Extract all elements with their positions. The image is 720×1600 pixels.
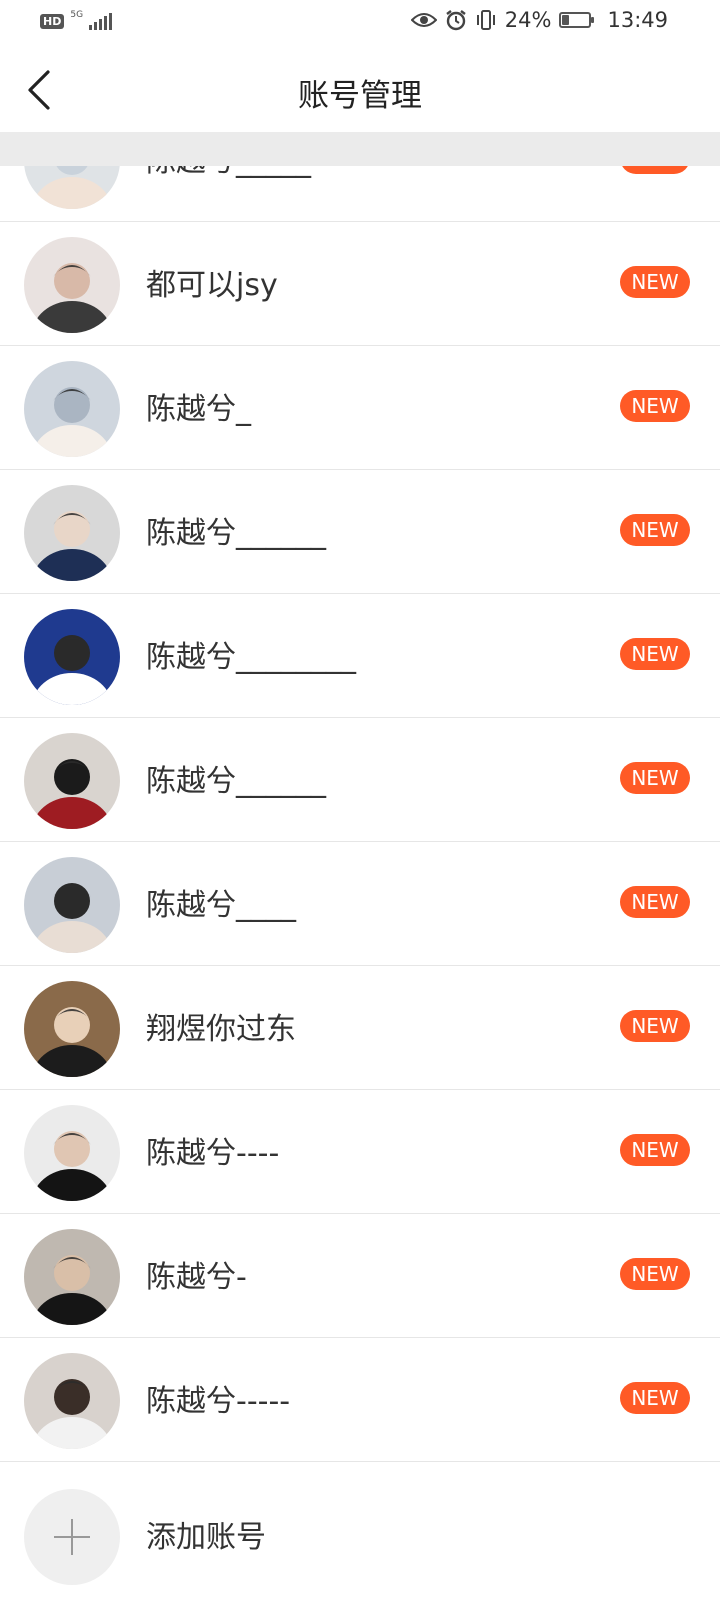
account-name: 翔煜你过东 [146, 1012, 296, 1047]
account-row[interactable]: 陈越兮---- NEW [0, 1090, 720, 1214]
status-right: 24% 13:49 [410, 8, 668, 32]
new-badge: NEW [620, 1382, 690, 1414]
hd-icon: HD [40, 13, 65, 29]
account-row[interactable]: 都可以jsy NEW [0, 222, 720, 346]
clock: 13:49 [607, 8, 668, 32]
avatar [24, 1353, 120, 1449]
page-title: 账号管理 [298, 78, 422, 114]
avatar [24, 733, 120, 829]
account-row[interactable]: 陈越兮- NEW [0, 1214, 720, 1338]
account-row[interactable]: 陈越兮____ NEW [0, 842, 720, 966]
avatar [24, 237, 120, 333]
new-badge: NEW [620, 762, 690, 794]
account-name: 都可以jsy [146, 268, 278, 303]
new-badge: NEW [620, 1010, 690, 1042]
signal-icon [89, 12, 113, 30]
app-header: 账号管理 [0, 48, 720, 132]
new-badge: NEW [620, 1258, 690, 1290]
battery-icon [559, 12, 595, 28]
account-name: 陈越兮_ [146, 392, 251, 427]
account-row[interactable]: 翔煜你过东 NEW [0, 966, 720, 1090]
avatar [24, 485, 120, 581]
new-badge: NEW [620, 266, 690, 298]
avatar [24, 857, 120, 953]
account-name: 陈越兮----- [146, 1384, 291, 1419]
avatar [24, 1229, 120, 1325]
account-name: 陈越兮---- [146, 1136, 280, 1171]
battery-fill [562, 15, 570, 25]
new-badge: NEW [620, 886, 690, 918]
new-badge: NEW [620, 390, 690, 422]
account-row[interactable]: 陈越兮_ NEW [0, 346, 720, 470]
avatar [24, 361, 120, 457]
account-name: 陈越兮______ [146, 764, 326, 799]
plus-icon [24, 1489, 120, 1585]
header-divider-band [0, 132, 720, 166]
avatar [24, 609, 120, 705]
account-row[interactable]: 陈越兮______ NEW [0, 470, 720, 594]
new-badge: NEW [620, 1134, 690, 1166]
new-badge: NEW [620, 514, 690, 546]
account-row[interactable]: 陈越兮----- NEW [0, 1338, 720, 1462]
status-bar: HD 5G 24% 13:49 [0, 0, 720, 48]
battery-percent: 24% [504, 8, 552, 32]
vibrate-icon [475, 9, 497, 31]
add-account-row[interactable]: 添加账号 [0, 1474, 720, 1598]
account-name: 陈越兮____ [146, 888, 296, 923]
account-row[interactable]: 陈越兮________ NEW [0, 594, 720, 718]
avatar [24, 1105, 120, 1201]
add-account-label: 添加账号 [146, 1520, 266, 1555]
status-left: HD 5G [40, 9, 113, 30]
account-name: 陈越兮________ [146, 640, 356, 675]
eye-icon [410, 11, 437, 29]
alarm-icon [445, 9, 467, 31]
account-name: 陈越兮- [146, 1260, 247, 1295]
account-name: 陈越兮______ [146, 516, 326, 551]
new-badge: NEW [620, 638, 690, 670]
avatar [24, 981, 120, 1077]
network-type: 5G [70, 9, 84, 20]
account-row[interactable]: 陈越兮______ NEW [0, 718, 720, 842]
account-list: 陈越兮_____NEW都可以jsyNEW陈越兮_NEW陈越兮______NEW陈… [0, 98, 720, 1462]
